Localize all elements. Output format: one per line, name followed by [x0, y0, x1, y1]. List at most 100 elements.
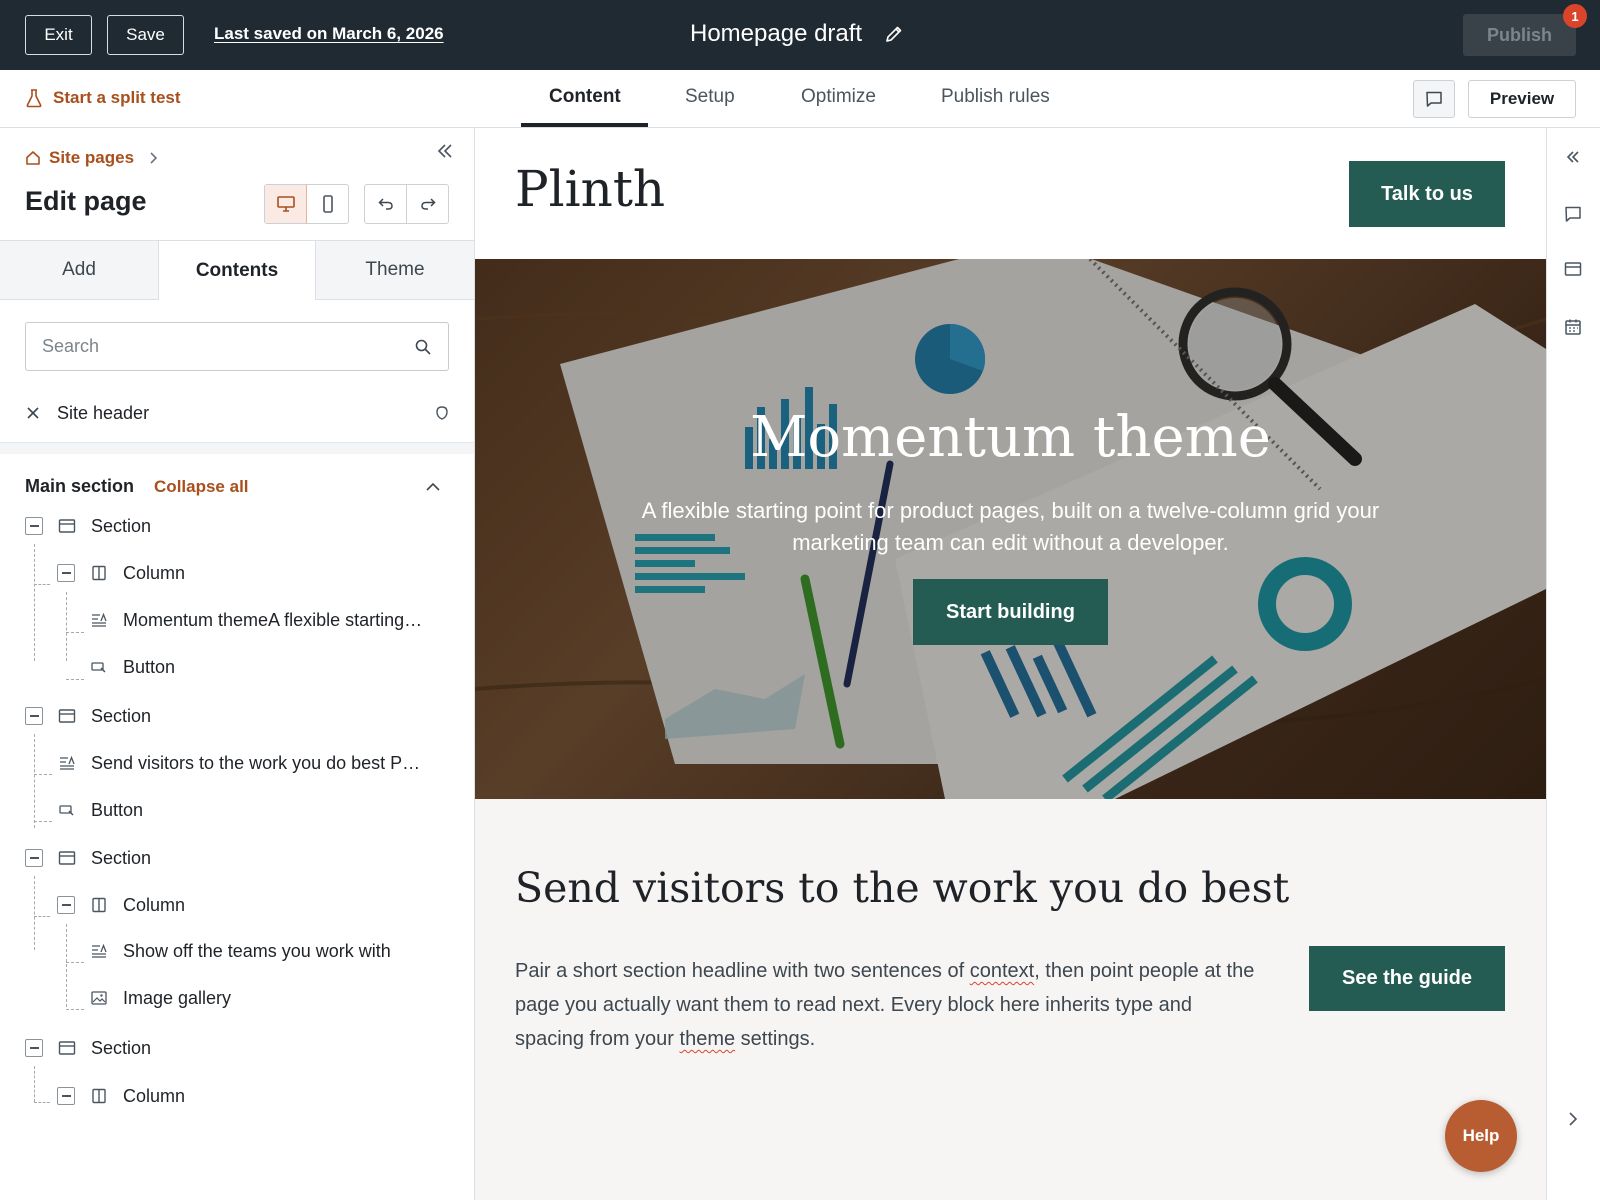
tree-item-label: Button — [91, 799, 144, 820]
tree-item-label: Section — [91, 1037, 152, 1058]
section-icon — [57, 516, 77, 536]
hero-subtitle: A flexible starting point for product pa… — [641, 498, 1380, 555]
tree-guide — [34, 916, 50, 917]
column-icon — [89, 895, 109, 915]
page-canvas: Plinth Talk to us Momentum theme A flexi… — [475, 128, 1546, 1200]
tree-guide — [34, 584, 50, 585]
main-section-label: Main section — [25, 476, 135, 496]
tab-theme[interactable]: Theme — [316, 241, 474, 299]
tree-item-label: Section — [91, 847, 152, 868]
section-icon — [57, 1038, 77, 1058]
panel-title: Edit page — [25, 186, 147, 216]
rich-text-icon — [57, 753, 77, 773]
tree-item-rich-text[interactable]: Show off the teams you work with — [89, 936, 391, 966]
page-title: Homepage draft — [690, 20, 863, 47]
collapse-toggle[interactable] — [25, 517, 43, 535]
tab-setup[interactable]: Setup — [685, 86, 735, 108]
publish-button[interactable]: Publish — [1463, 14, 1576, 56]
tree-guide — [66, 679, 84, 680]
tree-guide — [66, 962, 84, 963]
body-text: settings. — [735, 1028, 816, 1050]
mobile-view-button[interactable] — [307, 185, 348, 223]
tree-guide — [34, 734, 35, 828]
expand-panel-icon[interactable] — [1562, 146, 1584, 168]
collapse-toggle[interactable] — [25, 1039, 43, 1057]
tree-item-rich-text[interactable]: Momentum themeA flexible starting… — [89, 605, 422, 635]
desktop-view-button[interactable] — [265, 185, 307, 223]
search-icon[interactable] — [414, 338, 432, 356]
preview-button[interactable]: Preview — [1468, 80, 1576, 118]
tree-guide — [34, 821, 52, 822]
search-input[interactable] — [42, 336, 414, 357]
breadcrumb-label: Site pages — [49, 148, 135, 167]
hero-section[interactable]: Momentum theme A flexible starting point… — [475, 259, 1546, 799]
tree-item-button[interactable]: Button — [57, 795, 143, 825]
card-icon[interactable] — [1562, 258, 1584, 280]
tree-item-section[interactable]: Section — [25, 701, 151, 731]
tab-publish-rules[interactable]: Publish rules — [941, 86, 1050, 108]
history-controls — [364, 184, 449, 224]
collapse-toggle[interactable] — [57, 896, 75, 914]
tree-guide — [34, 1066, 35, 1102]
collapse-toggle[interactable] — [25, 849, 43, 867]
device-toggle — [264, 184, 349, 224]
undo-icon — [377, 198, 393, 210]
comment-icon — [1426, 91, 1442, 107]
tree-guide — [66, 592, 67, 661]
collapse-toggle[interactable] — [57, 564, 75, 582]
tree-item-section[interactable]: Section — [25, 843, 151, 873]
tree-item-column[interactable]: Column — [57, 890, 185, 920]
chevron-up-icon[interactable] — [425, 481, 441, 493]
home-icon — [26, 151, 40, 165]
mobile-icon — [322, 195, 333, 213]
chevron-right-icon[interactable] — [1562, 1108, 1584, 1130]
notification-badge: 1 — [1563, 4, 1587, 28]
exit-button[interactable]: Exit — [25, 15, 92, 55]
top-bar: Exit Save Last saved on March 6, 2026 Ho… — [0, 0, 1600, 70]
tree-item-button[interactable]: Button — [89, 652, 175, 682]
tab-contents[interactable]: Contents — [158, 241, 316, 300]
tree-guide — [34, 1102, 50, 1103]
spellcheck-word: context — [969, 960, 1035, 982]
tree-item-rich-text[interactable]: Send visitors to the work you do best P… — [57, 748, 420, 778]
tree-item-label: Show off the teams you work with — [123, 940, 391, 961]
tab-content[interactable]: Content — [549, 86, 621, 108]
breadcrumb[interactable]: Site pages — [25, 148, 158, 168]
left-panel: Site pages Edit page Add Contents Theme … — [0, 128, 475, 1200]
calendar-icon[interactable] — [1562, 316, 1584, 338]
section-heading: Send visitors to the work you do best — [515, 864, 1290, 912]
tree-item-label: Column — [123, 894, 186, 915]
site-header-item[interactable]: Site header — [25, 398, 449, 428]
split-test-link[interactable]: Start a split test — [25, 88, 181, 108]
help-button[interactable]: Help — [1445, 1100, 1517, 1172]
comments-button[interactable] — [1413, 80, 1455, 118]
collapse-panel-icon[interactable] — [434, 140, 456, 162]
start-building-button[interactable]: Start building — [913, 579, 1108, 645]
tree-guide — [66, 924, 67, 1007]
undo-button[interactable] — [365, 185, 407, 223]
tree-item-label: Send visitors to the work you do best P… — [91, 752, 421, 773]
tree-item-section[interactable]: Section — [25, 1033, 151, 1063]
tab-optimize[interactable]: Optimize — [801, 86, 876, 108]
tree-item-section[interactable]: Section — [25, 511, 151, 541]
tree-item-column[interactable]: Column — [57, 1081, 185, 1111]
last-saved-link[interactable]: Last saved on March 6, 2026 — [214, 24, 444, 44]
site-header[interactable]: Plinth Talk to us — [475, 128, 1546, 259]
talk-to-us-button[interactable]: Talk to us — [1349, 161, 1505, 227]
tree-item-column[interactable]: Column — [57, 558, 185, 588]
redo-button[interactable] — [407, 185, 448, 223]
column-icon — [89, 1086, 109, 1106]
tree-item-label: Image gallery — [123, 987, 232, 1008]
comment-icon[interactable] — [1562, 203, 1584, 225]
close-icon[interactable] — [25, 405, 41, 421]
rich-text-icon — [89, 941, 109, 961]
see-the-guide-button[interactable]: See the guide — [1309, 946, 1505, 1011]
pencil-icon[interactable] — [884, 24, 904, 44]
tree-item-image-gallery[interactable]: Image gallery — [89, 983, 231, 1013]
tab-add[interactable]: Add — [0, 241, 158, 299]
collapse-toggle[interactable] — [25, 707, 43, 725]
collapse-toggle[interactable] — [57, 1087, 75, 1105]
collapse-all-link[interactable]: Collapse all — [154, 477, 248, 497]
search-box — [25, 322, 449, 371]
save-button[interactable]: Save — [107, 15, 184, 55]
